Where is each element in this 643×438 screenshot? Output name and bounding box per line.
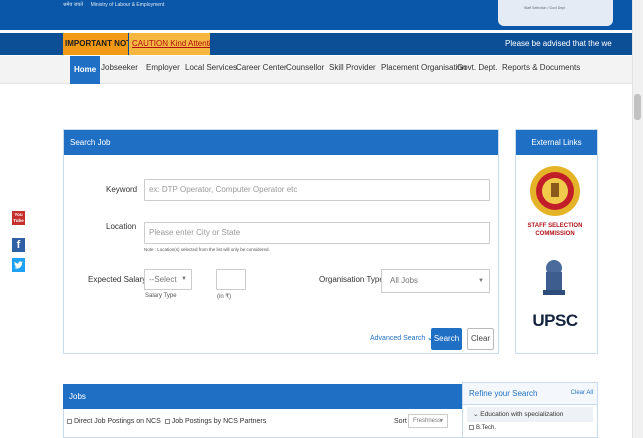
nav-govt-dept[interactable]: Govt. Dept. [457,63,497,72]
search-button[interactable]: Search [431,328,462,350]
nav-reports-documents[interactable]: Reports & Documents [502,63,580,72]
location-label: Location [106,222,137,231]
scrollbar-thumb[interactable] [634,94,641,120]
job-source-filters: Direct Job Postings on NCS Job Postings … [67,418,266,425]
refine-header: Refine your Search Clear All [463,383,597,405]
ssc-label: STAFF SELECTION COMMISSION [527,223,583,237]
btech-checkbox[interactable] [469,425,474,430]
chevron-down-icon: ⌄ [473,411,479,418]
salary-type-label: Salary Type [145,293,177,299]
search-job-title: Search Job [64,130,498,155]
salary-amount-input[interactable] [216,269,246,290]
clear-all-link[interactable]: Clear All [571,390,593,396]
refine-title: Refine your Search [469,389,538,398]
main-nav: Home Jobseeker Employer Local Services C… [0,56,643,84]
youtube-icon[interactable]: You Tube [12,211,25,225]
education-section-toggle[interactable]: ⌄ Education with specialization [467,407,593,422]
chevron-down-icon: ▼ [439,418,444,424]
chevron-down-icon: ▼ [478,278,484,284]
refine-search-panel: Refine your Search Clear All ⌄ Education… [462,382,598,438]
sort-value: Freshness [413,418,442,424]
salary-type-value: --Select [149,275,177,284]
salary-unit-label: (in ₹) [217,294,232,300]
jobs-panel: Direct Job Postings on NCS Job Postings … [63,409,499,438]
partner-postings-checkbox[interactable] [164,418,170,424]
important-notice-label: IMPORTANT NOTICE [63,33,128,55]
location-note: Note : Location(s) selected from the lis… [144,247,270,252]
advanced-search-label: Advanced Search [370,335,426,342]
education-option[interactable]: B.Tech. [469,425,496,431]
organisation-type-select[interactable]: All Jobs ▼ [381,269,490,293]
external-links-title: External Links [516,130,597,155]
salary-type-select[interactable]: --Select ▼ [144,269,192,290]
facebook-icon[interactable]: f [12,238,25,252]
nav-career-center[interactable]: Career Center [236,63,287,72]
ssc-emblem-icon [530,166,580,216]
caution-link[interactable]: CAUTION Kind Attention [129,33,210,55]
ministry-name: Ministry of Labour & Employment [90,2,165,8]
nav-jobseeker[interactable]: Jobseeker [101,63,138,72]
organisation-type-value: All Jobs [390,276,419,285]
nav-placement-organisation[interactable]: Placement Organisation [381,63,466,72]
direct-postings-label: Direct Job Postings on NCS [74,418,161,425]
jobs-title: Jobs [63,384,499,409]
nav-skill-provider[interactable]: Skill Provider [329,63,376,72]
upsc-label[interactable]: UPSC [520,311,590,331]
advanced-search-link[interactable]: Advanced Search ⌄ [370,334,433,342]
sort-select[interactable]: Freshness ▼ [408,414,448,428]
keyword-input[interactable]: ex: DTP Operator, Computer Operator etc [144,179,490,201]
ministry-title: श्रमेव जयते Ministry of Labour & Employm… [63,2,164,8]
nav-employer[interactable]: Employer [146,63,180,72]
nav-local-services[interactable]: Local Services [185,63,237,72]
chevron-down-icon: ▼ [181,276,187,282]
clear-button[interactable]: Clear [467,328,494,350]
ssc-logo-icon[interactable] [527,161,583,221]
direct-postings-checkbox[interactable] [67,418,72,424]
ministry-motto: श्रमेव जयते [63,2,84,8]
page-scrollbar[interactable] [632,0,643,438]
nav-home[interactable]: Home [70,56,101,84]
location-input[interactable]: Please enter City or State [144,222,490,244]
header-banner: Staff Selection / Govt Dept [498,0,613,26]
header-banner-text: Staff Selection / Govt Dept [524,6,566,10]
expected-salary-label: Expected Salary [88,275,147,284]
notice-marquee: Please be advised that the we [505,39,612,48]
partner-postings-label: Job Postings by NCS Partners [171,418,267,425]
education-section-label: Education with specialization [480,411,564,418]
organisation-type-label: Organisation Type [319,275,384,284]
upsc-emblem-icon[interactable] [538,258,570,302]
twitter-icon[interactable] [12,258,25,272]
btech-label: B.Tech. [476,425,497,432]
top-header: श्रमेव जयते Ministry of Labour & Employm… [0,0,643,30]
ashoka-emblem-icon [543,260,565,295]
twitter-bird-icon [14,261,23,269]
keyword-label: Keyword [106,185,138,194]
nav-counsellor[interactable]: Counsellor [286,63,324,72]
